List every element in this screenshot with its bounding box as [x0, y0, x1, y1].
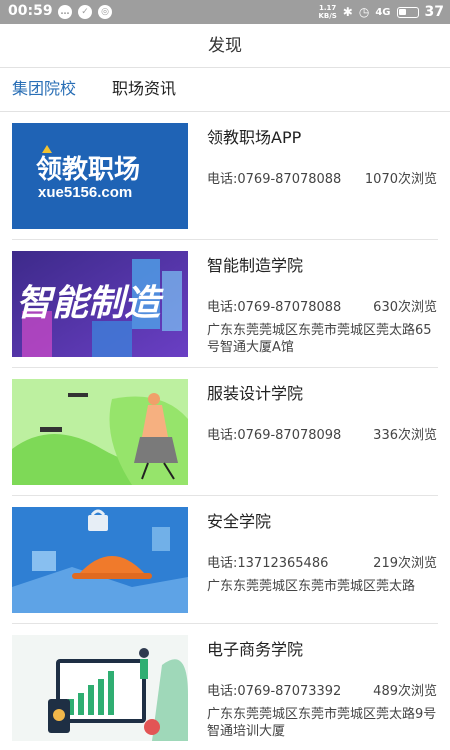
school-title: 电子商务学院 — [207, 640, 304, 659]
ecommerce-illustration — [12, 635, 188, 741]
smart-manufacturing-banner: 智能制造 — [12, 251, 188, 357]
signal-icon: 4G — [375, 6, 391, 18]
lingjiao-logo-image: 领教职场 xue5156.com — [12, 123, 188, 229]
school-phone: 电话:13712365486 — [207, 556, 329, 571]
app-header: 发现 — [0, 24, 450, 68]
school-thumbnail: 领教职场 xue5156.com — [12, 123, 188, 229]
list-item[interactable]: 安全学院 电话:13712365486 219次浏览 广东东莞莞城区东莞市莞城区… — [0, 496, 450, 624]
school-address: 广东东莞莞城区东莞市莞城区莞太路9号智通培训大厦 — [207, 707, 437, 739]
safety-helmet-illustration — [12, 507, 188, 613]
school-title: 安全学院 — [207, 512, 272, 531]
school-title: 服装设计学院 — [207, 384, 304, 403]
svg-text:xue5156.com: xue5156.com — [38, 184, 132, 201]
alarm-icon: ◷ — [358, 5, 370, 19]
school-title: 智能制造学院 — [207, 256, 304, 275]
battery-level: 37 — [424, 4, 444, 20]
view-count: 1070次浏览 — [364, 172, 437, 187]
school-thumbnail: 智能制造 — [12, 251, 188, 357]
bluetooth-icon: ✱ — [342, 5, 353, 19]
tab-workplace-news[interactable]: 职场资讯 — [112, 68, 176, 112]
school-phone: 电话:0769-87078088 — [207, 300, 342, 315]
hotspot-icon: ◎ — [98, 5, 112, 19]
list-item[interactable]: 智能制造 智能制造学院 电话:0769-87078088 630次浏览 广东东莞… — [0, 240, 450, 368]
list-item[interactable]: 电子商务学院 电话:0769-87073392 489次浏览 广东东莞莞城区东莞… — [0, 624, 450, 750]
check-icon: ✓ — [78, 5, 92, 19]
school-list: 领教职场 xue5156.com 领教职场APP 电话:0769-8707808… — [0, 112, 450, 750]
school-phone: 电话:0769-87078088 — [207, 172, 342, 187]
status-time: 00:59 — [8, 3, 53, 19]
school-thumbnail — [12, 379, 188, 485]
tab-bar: 集团院校 职场资讯 — [0, 68, 450, 112]
school-phone: 电话:0769-87073392 — [207, 684, 342, 699]
network-speed: 1.17 KB/S — [318, 4, 337, 20]
view-count: 489次浏览 — [373, 684, 437, 699]
fashion-design-illustration — [12, 379, 188, 485]
school-title: 领教职场APP — [207, 128, 302, 147]
notification-icons: … ✓ ◎ — [58, 4, 112, 20]
tab-group-schools[interactable]: 集团院校 — [12, 68, 76, 112]
status-right: 1.17 KB/S ✱ ◷ 4G 37 — [318, 3, 444, 21]
list-item[interactable]: 领教职场 xue5156.com 领教职场APP 电话:0769-8707808… — [0, 112, 450, 240]
school-phone: 电话:0769-87078098 — [207, 428, 342, 443]
svg-text:智能制造: 智能制造 — [16, 282, 164, 323]
page-title: 发现 — [208, 36, 242, 56]
list-item[interactable]: 服装设计学院 电话:0769-87078098 336次浏览 — [0, 368, 450, 496]
svg-text:领教职场: 领教职场 — [36, 154, 140, 184]
view-count: 630次浏览 — [373, 300, 437, 315]
status-bar: 00:59 … ✓ ◎ 1.17 KB/S ✱ ◷ 4G 37 — [0, 0, 450, 24]
school-thumbnail — [12, 635, 188, 741]
school-address: 广东东莞莞城区东莞市莞城区莞太路 — [207, 579, 416, 594]
view-count: 219次浏览 — [373, 556, 437, 571]
view-count: 336次浏览 — [373, 428, 437, 443]
message-icon: … — [58, 5, 72, 19]
school-thumbnail — [12, 507, 188, 613]
battery-icon — [396, 6, 419, 18]
school-address: 广东东莞莞城区东莞市莞城区莞太路65号智通大厦A馆 — [207, 323, 432, 355]
